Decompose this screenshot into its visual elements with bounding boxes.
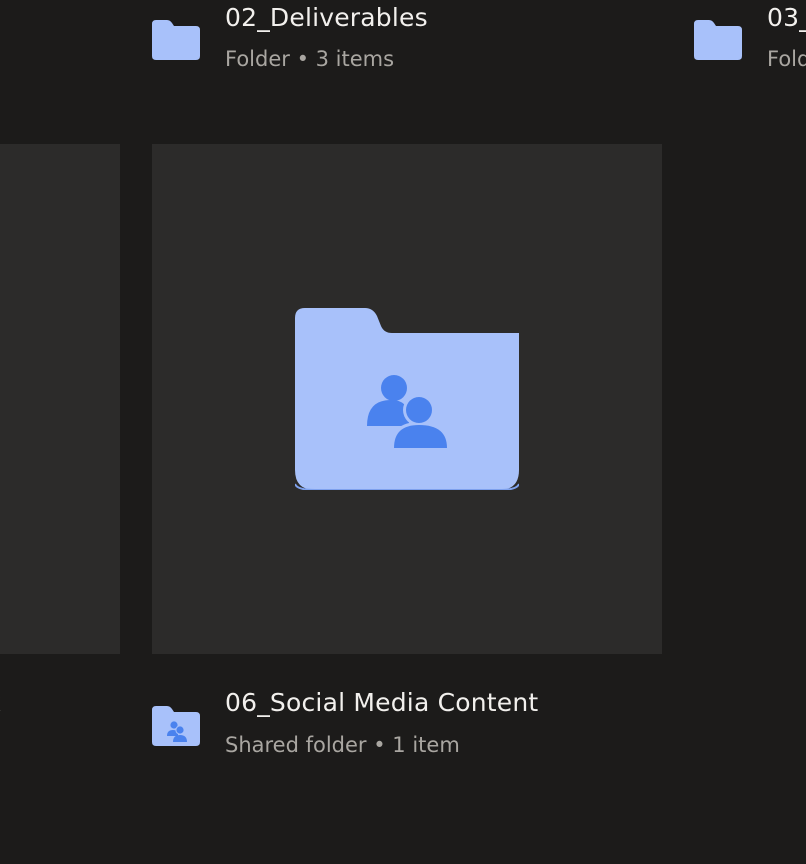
shared-folder-icon bbox=[152, 706, 200, 746]
folder-name: 06_Social Media Content bbox=[225, 688, 539, 717]
shared-folder-icon bbox=[295, 308, 519, 490]
folder-icon bbox=[152, 20, 200, 60]
shared-folder-item-06-social-media-content[interactable]: 06_Social Media Content Shared folder • … bbox=[152, 686, 672, 766]
folder-meta: Shared folder • 1 item bbox=[225, 733, 460, 757]
folder-thumbnail-tile[interactable] bbox=[0, 144, 120, 654]
folder-item-03[interactable]: 03_ Fold bbox=[694, 0, 806, 80]
folder-name: 02_Deliverables bbox=[225, 3, 428, 32]
folder-icon bbox=[694, 20, 742, 60]
shared-folder-thumbnail-tile[interactable] bbox=[152, 144, 662, 654]
folder-name: 03_ bbox=[767, 3, 806, 32]
folder-name-fragment: k bbox=[0, 688, 10, 722]
folder-item-02-deliverables[interactable]: 02_Deliverables Folder • 3 items bbox=[152, 0, 672, 80]
file-grid: 02_Deliverables Folder • 3 items 03_ Fol… bbox=[0, 0, 806, 864]
folder-meta: Fold bbox=[767, 47, 806, 71]
folder-meta: Folder • 3 items bbox=[225, 47, 395, 71]
